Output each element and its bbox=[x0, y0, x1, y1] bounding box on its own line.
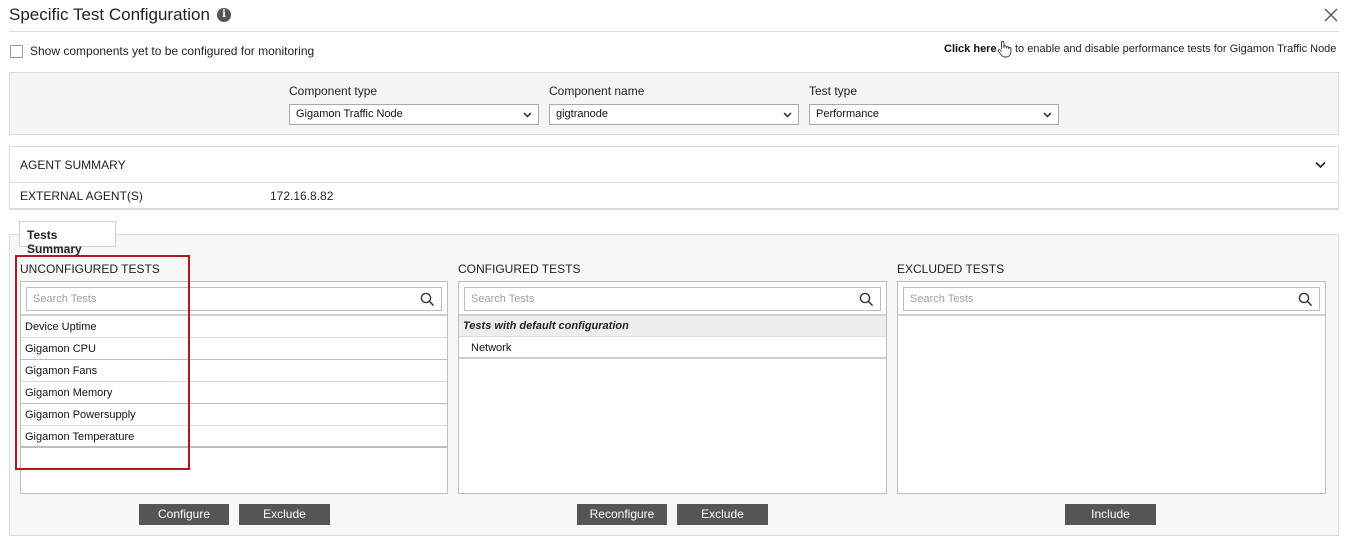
chevron-down-icon[interactable] bbox=[1314, 158, 1327, 171]
exclude-configured-button[interactable]: Exclude bbox=[677, 504, 768, 525]
search-divider bbox=[898, 314, 1325, 316]
component-type-value: Gigamon Traffic Node bbox=[296, 108, 403, 120]
search-placeholder: Search Tests bbox=[471, 293, 535, 305]
show-components-label: Show components yet to be configured for… bbox=[30, 44, 315, 58]
search-icon[interactable] bbox=[420, 292, 435, 307]
reconfigure-button[interactable]: Reconfigure bbox=[577, 504, 667, 525]
agent-summary-title[interactable]: AGENT SUMMARY bbox=[20, 158, 126, 172]
title-divider bbox=[9, 31, 1339, 32]
include-button[interactable]: Include bbox=[1065, 504, 1156, 525]
excluded-search-input[interactable]: Search Tests bbox=[903, 287, 1320, 311]
click-here-link[interactable]: Click here bbox=[944, 43, 997, 55]
component-name-select[interactable]: gigtranode bbox=[549, 104, 799, 125]
chevron-down-icon bbox=[1043, 112, 1052, 118]
search-icon[interactable] bbox=[1298, 292, 1313, 307]
close-icon[interactable] bbox=[1323, 7, 1339, 23]
tab-tests-summary[interactable]: Tests Summary bbox=[19, 221, 116, 256]
page-title: Specific Test Configuration bbox=[9, 5, 210, 24]
component-name-value: gigtranode bbox=[556, 108, 608, 120]
test-type-select[interactable]: Performance bbox=[809, 104, 1059, 125]
external-agents-value: 172.16.8.82 bbox=[270, 189, 334, 203]
test-type-value: Performance bbox=[816, 108, 879, 120]
excluded-tests-title: EXCLUDED TESTS bbox=[897, 262, 1005, 276]
highlight-box bbox=[15, 255, 190, 470]
configured-tests-list[interactable]: Search Tests Tests with default configur… bbox=[458, 281, 887, 494]
agent-summary-panel bbox=[9, 146, 1339, 210]
excluded-tests-list[interactable]: Search Tests bbox=[897, 281, 1326, 494]
external-agents-label: EXTERNAL AGENT(S) bbox=[20, 189, 143, 203]
configure-button[interactable]: Configure bbox=[139, 504, 229, 525]
agent-summary-bottom-border bbox=[9, 208, 1339, 210]
component-type-select[interactable]: Gigamon Traffic Node bbox=[289, 104, 539, 125]
hand-pointer-icon bbox=[996, 40, 1012, 58]
configured-search-input[interactable]: Search Tests bbox=[464, 287, 881, 311]
exclude-unconfigured-button[interactable]: Exclude bbox=[239, 504, 330, 525]
info-icon[interactable]: i bbox=[217, 8, 231, 22]
list-item[interactable]: Network bbox=[459, 337, 886, 359]
component-type-label: Component type bbox=[289, 84, 378, 98]
show-components-checkbox[interactable] bbox=[10, 45, 23, 58]
chevron-down-icon bbox=[523, 112, 532, 118]
click-here-description: to enable and disable performance tests … bbox=[1015, 43, 1337, 55]
chevron-down-icon bbox=[783, 112, 792, 118]
agent-summary-divider bbox=[9, 182, 1339, 183]
component-name-label: Component name bbox=[549, 84, 645, 98]
test-type-label: Test type bbox=[809, 84, 858, 98]
search-icon[interactable] bbox=[859, 292, 874, 307]
group-header: Tests with default configuration bbox=[459, 316, 886, 337]
search-placeholder: Search Tests bbox=[910, 293, 974, 305]
configured-tests-title: CONFIGURED TESTS bbox=[458, 262, 581, 276]
